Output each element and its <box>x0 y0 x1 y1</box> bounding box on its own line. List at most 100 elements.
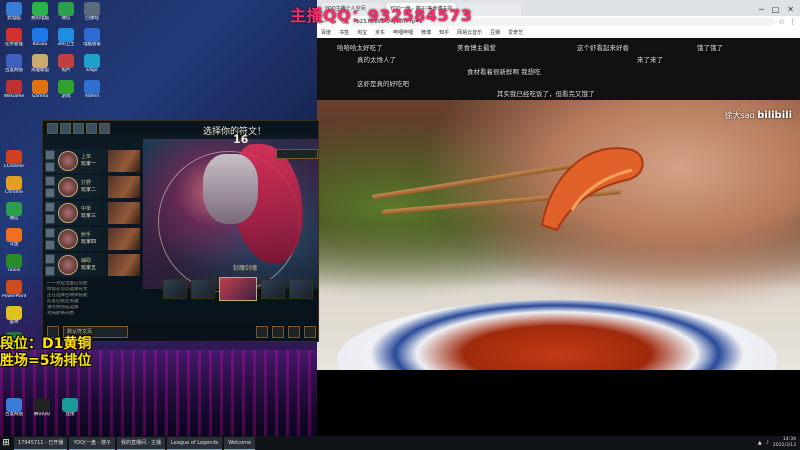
skin-thumb[interactable] <box>163 279 187 299</box>
summoner-spell-icon <box>45 254 55 264</box>
desktop-shortcut-label: Admin <box>84 94 100 99</box>
desktop-shortcut[interactable]: 连接 <box>58 398 82 418</box>
ally-slot[interactable]: 中单 玩家三 <box>45 201 140 225</box>
skin-thumb-selected[interactable] <box>219 277 257 301</box>
ppt-icon <box>6 280 22 294</box>
desktop-shortcut-label: Chrome <box>5 190 23 195</box>
desktop-shortcut[interactable]: 任务管理 <box>2 28 26 52</box>
desktop-shortcut[interactable]: 百度网盘 <box>2 398 26 418</box>
lobby-chat: 一一对应位置已分配 你现在可以选择符文 正在选择召唤师技能 队友已锁定英雄 请尽快完成选… <box>47 281 142 317</box>
desktop-shortcut-label: PowerPoint <box>2 294 26 299</box>
bookmark-item[interactable]: 哔哩哔哩 <box>393 28 413 38</box>
ally-player: 玩家二 <box>81 187 97 193</box>
desktop-shortcut[interactable]: 斗鱼 <box>2 228 26 252</box>
desktop-shortcut[interactable]: 照片 <box>54 54 78 78</box>
desktop-shortcut[interactable]: 电脑管家 <box>80 28 104 52</box>
shrimp-graphic <box>540 147 644 232</box>
maximize-icon[interactable]: □ <box>772 3 780 16</box>
desktop-shortcut[interactable]: 此电脑 <box>2 2 26 26</box>
bookmark-item[interactable]: 知乎 <box>439 28 449 38</box>
star-icon[interactable]: ☆ <box>779 18 785 26</box>
desktop-shortcut[interactable]: 360卫士 <box>54 28 78 52</box>
network-tray-icon[interactable]: ▲ <box>758 440 762 446</box>
bookmark-item[interactable]: 微博 <box>421 28 431 38</box>
desktop-shortcut[interactable]: iTools <box>2 254 26 278</box>
skin-name-label: 封魔剑魂 <box>233 265 258 272</box>
desktop-shortcut[interactable]: Admin <box>80 80 104 104</box>
windows-start-icon[interactable]: ⊞ <box>0 437 12 449</box>
desktop-shortcut[interactable]: 微信 <box>2 202 26 226</box>
skin-thumb[interactable] <box>191 279 215 299</box>
volume-tray-icon[interactable]: ♪ <box>766 440 769 446</box>
desktop-shortcut[interactable]: 微信 <box>54 2 78 26</box>
edge-icon <box>84 54 100 68</box>
chat-line: 对局即将开始 <box>47 311 74 316</box>
minimize-icon[interactable]: ─ <box>759 3 764 16</box>
shield-icon <box>58 28 74 42</box>
summoner-spell-f-icon[interactable] <box>272 326 284 338</box>
desktop-shortcut[interactable]: WeGame <box>2 80 26 104</box>
settings-gear-icon[interactable] <box>304 326 316 338</box>
summoner-spell-d-icon[interactable] <box>256 326 268 338</box>
lol-top-bar <box>43 121 318 135</box>
skin-thumb[interactable] <box>289 279 313 299</box>
menu-icon[interactable]: ⋮ <box>789 18 796 26</box>
desktop-shortcut[interactable]: 腾讯QQ <box>30 398 54 418</box>
chat-icon <box>6 202 22 216</box>
ban-slot[interactable] <box>60 122 71 134</box>
taskbar-app[interactable]: YOQ(一盘 - 嫂子 <box>69 436 116 450</box>
qq-icon <box>34 398 50 412</box>
ward-skin-icon[interactable] <box>288 326 300 338</box>
taskbar-app[interactable]: Welcome <box>224 436 256 450</box>
bookmark-item[interactable]: 豆瓣 <box>490 28 500 38</box>
bookmark-item[interactable]: 爱奇艺 <box>508 28 523 38</box>
taskbar-clock[interactable]: 14:34 2022/3/13 <box>773 437 796 449</box>
desktop-shortcut[interactable]: 百度网盘 <box>2 54 26 78</box>
desktop-shortcut-label: 我的电脑 <box>31 16 49 21</box>
ban-slot[interactable] <box>47 122 58 134</box>
danmaku-comment: 哈哈哈太好吃了 <box>337 44 383 52</box>
desktop-shortcut[interactable]: 我的电脑 <box>28 2 52 26</box>
ban-slot[interactable] <box>86 122 97 134</box>
desktop-shortcut[interactable]: CCleaner <box>2 150 26 174</box>
ally-slot[interactable]: 射手 玩家四 <box>45 227 140 251</box>
desktop-shortcut[interactable]: 雷神 <box>2 306 26 330</box>
taskbar-app[interactable]: 17945711 - 已开播 <box>14 436 68 450</box>
danmaku-comment: 饿了饿了 <box>697 44 723 52</box>
summoner-spell-icon <box>45 266 55 276</box>
lock-in-bar[interactable] <box>276 149 318 159</box>
ally-names: 射手 玩家四 <box>81 232 96 246</box>
ally-slot[interactable]: 上单 玩家一 <box>45 149 140 173</box>
ban-slot[interactable] <box>73 122 84 134</box>
desktop-shortcut[interactable]: Edge <box>80 54 104 78</box>
desktop-shortcut[interactable]: Garena <box>28 80 52 104</box>
desktop-shortcut[interactable]: 游戏 <box>54 80 78 104</box>
close-icon[interactable]: ✕ <box>787 3 794 16</box>
desktop-shortcut[interactable]: 回收站 <box>80 2 104 26</box>
video-player[interactable]: 徐大sao bilibili <box>317 100 800 370</box>
admin-icon <box>84 80 100 94</box>
bookmark-item[interactable]: 淘宝 <box>357 28 367 38</box>
skin-thumb[interactable] <box>261 279 285 299</box>
summoner-spell-icon <box>45 240 55 250</box>
bookmark-item[interactable]: 京东 <box>375 28 385 38</box>
desktop-shortcut-label: Edge <box>86 68 98 73</box>
desktop-shortcut[interactable]: 英雄联盟 <box>28 54 52 78</box>
ally-slot[interactable]: 打野 玩家二 <box>45 175 140 199</box>
summoner-spells <box>45 202 55 224</box>
taskbar-app[interactable]: 我的直播间 - 主播 <box>117 436 166 450</box>
bookmark-item[interactable]: 书签 <box>339 28 349 38</box>
desktop-shortcut[interactable]: KuGou <box>28 28 52 52</box>
ally-slot[interactable]: 辅助 玩家五 <box>45 253 140 277</box>
desktop-shortcut-label: 照片 <box>61 68 71 73</box>
ban-slot[interactable] <box>99 122 110 134</box>
ally-player: 玩家五 <box>81 265 97 271</box>
desktop-shortcut[interactable]: PowerPoint <box>2 280 26 304</box>
taskbar-app[interactable]: League of Legends <box>167 436 223 450</box>
desktop-shortcut-label: 百度网盘 <box>5 412 23 417</box>
desktop-shortcut[interactable]: Chrome <box>2 176 26 200</box>
bookmark-item[interactable]: 百度 <box>321 28 331 38</box>
summoner-spell-icon <box>45 150 55 160</box>
danmaku-comment: 这虾是真的好吃吧 <box>357 80 409 88</box>
bookmark-item[interactable]: 网易云音乐 <box>457 28 482 38</box>
